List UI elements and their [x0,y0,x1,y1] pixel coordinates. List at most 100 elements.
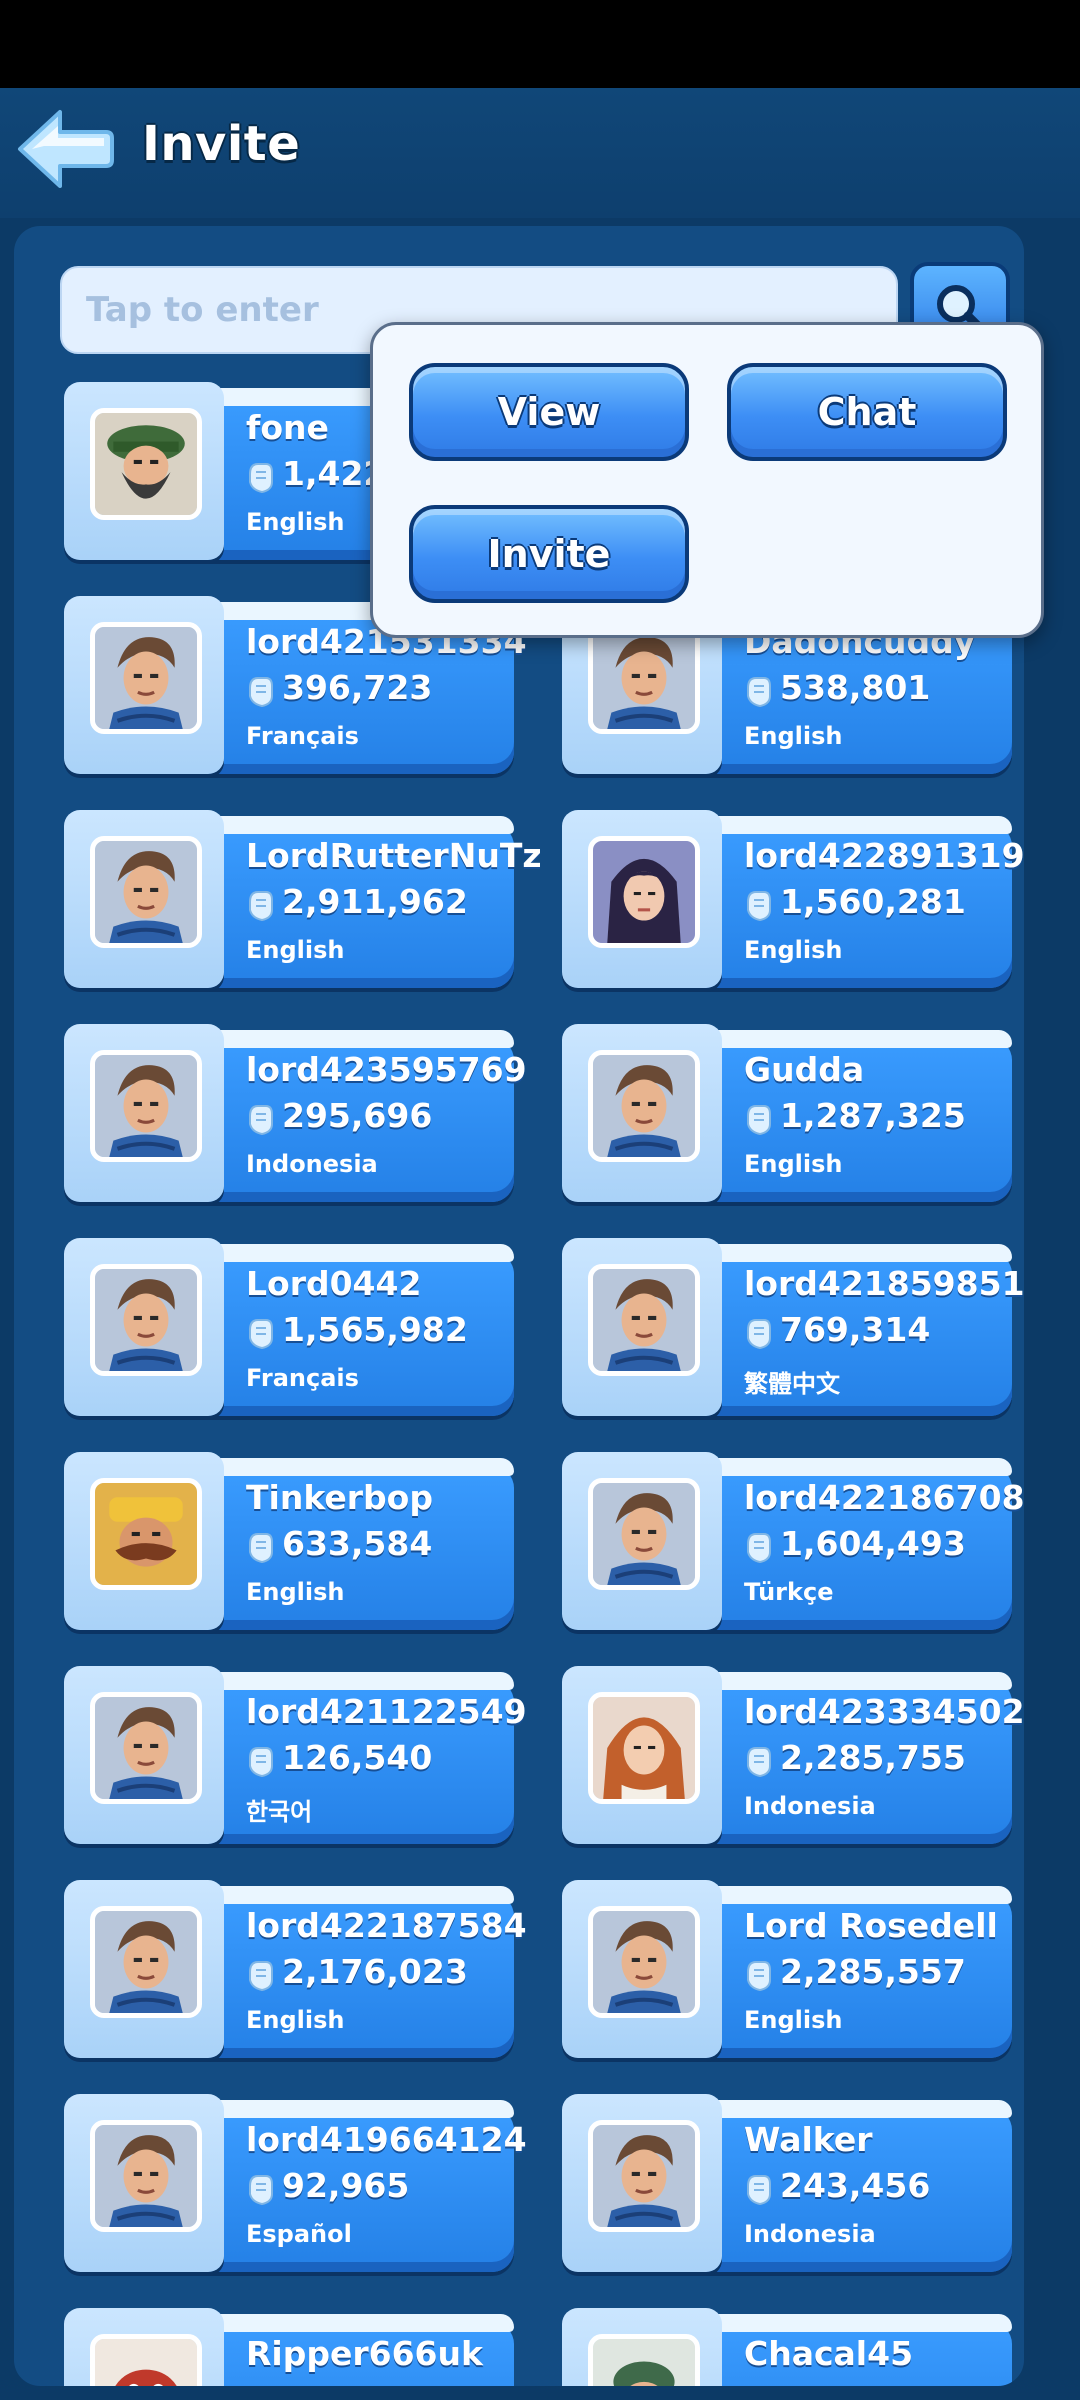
player-card[interactable]: lord421859851 769,314 繁體中文 [562,1238,1024,1416]
avatar [588,1692,700,1804]
avatar [588,2120,700,2232]
player-card[interactable]: lord423334502 2,285,755 Indonesia [562,1666,1024,1844]
player-card[interactable]: lord421122549 126,540 한국어 [64,1666,527,1844]
player-name: lord422187584 [246,1906,527,1945]
player-power: 2,176,023 [282,1952,468,1991]
player-name: lord421122549 [246,1692,527,1731]
player-language: English [744,1150,843,1178]
player-name: lord419664124 [246,2120,527,2159]
player-card[interactable]: Gudda 1,287,325 English [562,1024,1012,1202]
avatar [588,1264,700,1376]
player-name: lord421859851 [744,1264,1024,1303]
player-power: 1,287,325 [780,1096,966,1135]
avatar-frame [64,1666,224,1844]
avatar [90,1050,202,1162]
fist-power-icon [744,1744,774,1778]
avatar-frame [562,1024,722,1202]
avatar-frame [64,810,224,988]
avatar [588,1478,700,1590]
player-card[interactable]: Ripper666uk [64,2308,514,2386]
player-language: Français [246,722,359,750]
player-card[interactable]: Lord0442 1,565,982 Français [64,1238,514,1416]
player-power: 633,584 [282,1524,433,1563]
player-card[interactable]: Chacal45 [562,2308,1012,2386]
avatar [90,408,202,520]
player-power: 2,285,755 [780,1738,966,1777]
back-button[interactable] [14,104,114,194]
fist-power-icon [246,1958,276,1992]
avatar-frame [64,596,224,774]
player-card[interactable]: LordRutterNuTz 2,911,962 English [64,810,542,988]
fist-power-icon [246,460,276,494]
avatar-frame [562,2308,722,2386]
player-name: fone [246,408,329,447]
fist-power-icon [246,1316,276,1350]
player-card[interactable]: Lord Rosedell 2,285,557 English [562,1880,1012,2058]
player-language: English [246,508,345,536]
fist-power-icon [744,674,774,708]
fist-power-icon [744,2172,774,2206]
header: Invite [0,88,1080,218]
player-name: Gudda [744,1050,865,1089]
player-card[interactable]: lord423595769 295,696 Indonesia [64,1024,527,1202]
avatar-frame [562,810,722,988]
player-card[interactable]: lord419664124 92,965 Español [64,2094,527,2272]
avatar-frame [64,1880,224,2058]
view-button[interactable]: View [409,363,689,461]
avatar [90,1906,202,2018]
player-card[interactable]: Tinkerbop 633,584 English [64,1452,514,1630]
avatar-frame [562,1238,722,1416]
fist-power-icon [246,1530,276,1564]
player-name: Chacal45 [744,2334,914,2373]
fist-power-icon [744,1102,774,1136]
player-name: Ripper666uk [246,2334,483,2373]
player-language: English [744,722,843,750]
player-name: lord422891319 [744,836,1024,875]
avatar-frame [64,382,224,560]
player-card[interactable]: Walker 243,456 Indonesia [562,2094,1012,2272]
player-action-popup: View Chat Invite [370,322,1044,638]
page-title: Invite [142,116,301,172]
avatar [588,622,700,734]
fist-power-icon [744,1316,774,1350]
player-language: English [246,1578,345,1606]
player-name: Walker [744,2120,873,2159]
fist-power-icon [246,2172,276,2206]
avatar-frame [562,1880,722,2058]
player-power: 769,314 [780,1310,931,1349]
player-card[interactable]: lord422187584 2,176,023 English [64,1880,527,2058]
avatar [588,2334,700,2386]
player-language: Indonesia [246,1150,378,1178]
player-name: Tinkerbop [246,1478,433,1517]
avatar-frame [64,2308,224,2386]
player-power: 1,565,982 [282,1310,468,1349]
player-language: Español [246,2220,352,2248]
fist-power-icon [246,1102,276,1136]
fist-power-icon [744,1958,774,1992]
player-power: 396,723 [282,668,433,707]
avatar [90,2120,202,2232]
fist-power-icon [744,888,774,922]
chat-button[interactable]: Chat [727,363,1007,461]
avatar [588,1906,700,2018]
player-name: lord422186708 [744,1478,1024,1517]
avatar-frame [64,1452,224,1630]
fist-power-icon [246,674,276,708]
player-language: 한국어 [246,1798,313,1826]
player-language: Indonesia [744,1792,876,1820]
avatar [90,836,202,948]
player-power: 2,911,962 [282,882,468,921]
avatar [90,1264,202,1376]
player-card[interactable]: lord422186708 1,604,493 Türkçe [562,1452,1024,1630]
player-language: English [246,936,345,964]
player-power: 243,456 [780,2166,931,2205]
avatar-frame [562,1666,722,1844]
avatar [588,1050,700,1162]
invite-button[interactable]: Invite [409,505,689,603]
player-power: 92,965 [282,2166,410,2205]
player-language: Français [246,1364,359,1392]
avatar-frame [562,2094,722,2272]
fist-power-icon [744,1530,774,1564]
player-card[interactable]: lord422891319 1,560,281 English [562,810,1024,988]
player-language: English [246,2006,345,2034]
